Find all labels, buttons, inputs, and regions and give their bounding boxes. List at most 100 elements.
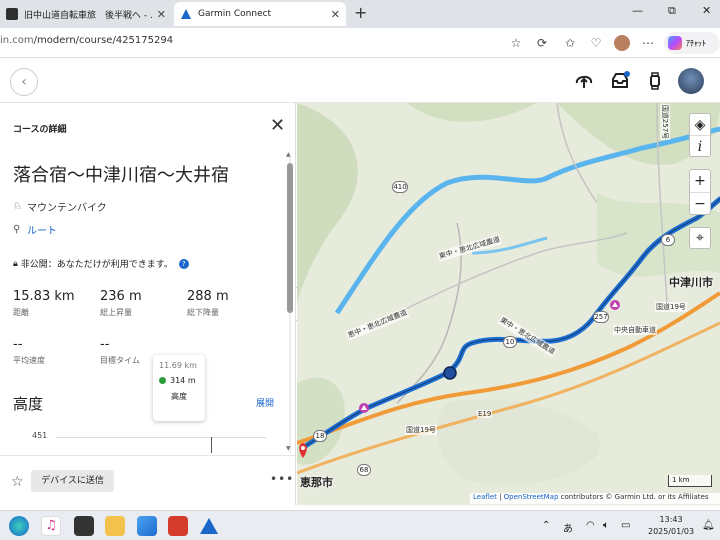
elevation-dot-icon <box>159 377 166 384</box>
crosshair-icon: ⌖ <box>696 230 704 246</box>
expand-link[interactable]: 展開 <box>256 396 274 409</box>
tooltip-label: 高度 <box>171 392 187 401</box>
road-label: 中央自動車道 <box>613 325 657 335</box>
battery-icon[interactable]: ▭ <box>621 520 630 531</box>
url-field[interactable]: in.com/modern/course/425175294 <box>0 35 173 46</box>
map-view[interactable]: 10 18 68 6 410 257 東中・恵北広域農道 東中・恵北広域農道 恵… <box>297 103 720 505</box>
osm-link[interactable]: OpenStreetMap <box>504 493 559 501</box>
garmin-app-icon[interactable] <box>199 516 219 536</box>
privacy-status: 🔒︎ 非公開：あなただけが利用できます。 ? <box>13 257 189 270</box>
user-avatar[interactable] <box>678 68 704 94</box>
profile-icon[interactable] <box>614 35 630 51</box>
close-icon: ✕ <box>270 115 286 136</box>
road-label: 国道257号 <box>660 103 671 141</box>
new-tab-button[interactable]: + <box>354 3 367 22</box>
map-scale: 1 km <box>668 475 712 487</box>
elevation-title: 高度 <box>13 395 44 413</box>
attribution-text: contributors © Garmin Ltd. or its Affili… <box>558 493 709 501</box>
favorite-star-icon[interactable]: ☆ <box>508 35 524 51</box>
favorites-icon[interactable]: ✩ <box>562 35 578 51</box>
scroll-thumb[interactable] <box>287 163 293 313</box>
elevation-y-tick: 451 <box>32 431 48 440</box>
stat-label: 距離 <box>13 308 29 317</box>
zoom-controls: + − <box>689 169 711 215</box>
stat-value: 288 m <box>187 289 229 304</box>
close-panel-button[interactable]: ✕ <box>270 115 285 136</box>
stat-target-time: -- 目標タイム <box>100 337 140 366</box>
tooltip-elevation: 314 m <box>159 376 199 385</box>
minimize-button[interactable]: — <box>632 4 643 17</box>
stat-value: -- <box>13 337 23 352</box>
stat-value: 15.83 km <box>13 289 75 304</box>
browser-essentials-icon[interactable]: ♡ <box>588 35 604 51</box>
browser-tab-garmin[interactable]: Garmin Connect ✕ <box>174 2 346 26</box>
map-layer-controls: ◈ i <box>689 113 711 157</box>
music-app-icon[interactable]: ♫ <box>41 516 61 536</box>
close-window-button[interactable]: ✕ <box>702 4 711 17</box>
garmin-favicon-icon <box>181 9 191 19</box>
blog-favicon-icon <box>6 8 18 20</box>
ime-indicator[interactable]: あ <box>563 520 573 535</box>
route-link[interactable]: ⚲ ルート <box>13 222 57 237</box>
road-label: E19 <box>477 410 493 418</box>
edge-browser-icon[interactable] <box>9 516 29 536</box>
info-icon[interactable]: ? <box>178 258 189 269</box>
stat-avg-speed: -- 平均速度 <box>13 337 45 366</box>
panel-scrollbar[interactable]: ▲ ▼ <box>286 151 294 453</box>
locate-button[interactable]: ⌖ <box>689 227 711 249</box>
tray-chevron-icon[interactable]: ⌃ <box>542 520 550 531</box>
leaflet-link[interactable]: Leaflet <box>473 493 497 501</box>
panel-footer: ☆ デバイスに送信 ••• <box>0 455 295 505</box>
zoom-out-button[interactable]: − <box>690 193 710 215</box>
url-domain: in.com <box>0 35 34 46</box>
send-to-device-button[interactable]: デバイスに送信 <box>31 470 114 492</box>
layers-icon[interactable]: ◈ <box>690 114 710 136</box>
watch-icon[interactable] <box>644 70 666 92</box>
more-options-button[interactable]: ••• <box>270 472 294 486</box>
course-details-panel: コースの詳細 ✕ 落合宿～中津川宿～大井宿 ♘ マウンテンバイク ⚲ ルート 🔒… <box>0 103 296 505</box>
scroll-up-icon[interactable]: ▲ <box>286 151 291 158</box>
windows-taskbar: ♫ ⌃ あ ◠ 🔈︎ ▭ 13:43 2025/01/03 🔔︎ <box>0 510 720 540</box>
browser-tab-blog[interactable]: 旧中山道自転車旅 後半戦へ - ... ✕ <box>0 2 172 26</box>
elevation-tooltip: 11.69 km 314 m 高度 <box>153 355 205 421</box>
garmin-header: ‹ <box>0 58 720 103</box>
elevation-cursor-line[interactable] <box>211 437 212 453</box>
stat-ascent: 236 m 総上昇量 <box>100 289 142 318</box>
url-path: /modern/course/425175294 <box>33 35 174 46</box>
route-number: 68 <box>357 464 371 476</box>
tab-title: 旧中山道自転車旅 後半戦へ - ... <box>24 10 153 21</box>
upload-icon[interactable] <box>573 70 595 92</box>
copilot-button[interactable]: ｱﾁｬｯﾄ <box>664 32 720 54</box>
zoom-in-button[interactable]: + <box>690 170 710 193</box>
inbox-icon[interactable] <box>609 70 631 92</box>
scroll-down-icon[interactable]: ▼ <box>286 445 291 452</box>
close-tab-icon[interactable]: ✕ <box>331 8 340 21</box>
video-editor-icon[interactable] <box>74 516 94 536</box>
volume-icon[interactable]: 🔈︎ <box>603 520 609 531</box>
info-button[interactable]: i <box>690 136 710 158</box>
favorite-course-star-icon[interactable]: ☆ <box>11 474 24 490</box>
current-position-marker <box>443 366 457 380</box>
settings-more-icon[interactable]: ⋯ <box>640 35 656 51</box>
game-app-icon[interactable] <box>168 516 188 536</box>
stat-distance: 15.83 km 距離 <box>13 289 75 318</box>
maximize-button[interactable]: ⧉ <box>668 4 676 18</box>
extension-icon[interactable]: ⟳ <box>534 35 550 51</box>
location-pin-icon: ⚲ <box>13 224 21 235</box>
activity-type-label: マウンテンバイク <box>27 203 107 214</box>
photos-app-icon[interactable] <box>137 516 157 536</box>
close-tab-icon[interactable]: ✕ <box>157 8 166 21</box>
copilot-label: ｱﾁｬｯﾄ <box>686 38 706 48</box>
browser-tab-bar: 旧中山道自転車旅 後半戦へ - ... ✕ Garmin Connect ✕ +… <box>0 0 720 28</box>
bike-icon: ♘ <box>13 201 22 212</box>
taskbar-clock[interactable]: 13:43 2025/01/03 <box>648 514 694 538</box>
route-number: 10 <box>503 336 517 348</box>
wifi-icon[interactable]: ◠ <box>586 520 595 531</box>
place-label-ena: 恵那市 <box>300 476 333 489</box>
notification-bell-icon[interactable]: 🔔︎ <box>702 520 715 531</box>
route-number: 257 <box>593 311 609 323</box>
clock-time: 13:43 <box>659 515 683 524</box>
back-button[interactable]: ‹ <box>10 68 38 96</box>
tab-title: Garmin Connect <box>198 9 272 19</box>
file-explorer-icon[interactable] <box>105 516 125 536</box>
